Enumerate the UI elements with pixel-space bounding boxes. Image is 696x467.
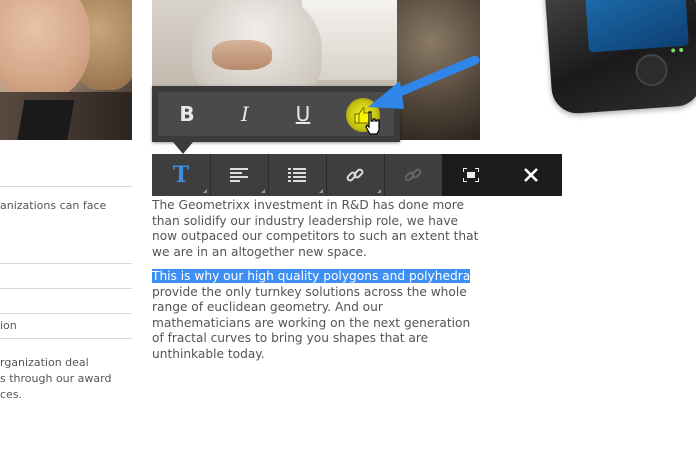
paragraph-line: unthinkable today.: [152, 346, 265, 361]
list-icon: [288, 168, 306, 182]
fullscreen-icon: [463, 168, 479, 182]
divider: [0, 338, 132, 339]
text-format-icon: T: [172, 162, 190, 188]
align-left-icon: [230, 168, 248, 182]
body-paragraph[interactable]: This is why our high quality polygons an…: [152, 269, 482, 363]
divider: [0, 288, 132, 289]
paragraph-line: The Geometrixx investment in R&D has don…: [152, 198, 464, 212]
portrait-image: [0, 0, 132, 140]
left-text-line: s through our award: [0, 372, 112, 385]
list-button[interactable]: [268, 154, 327, 196]
divider: [0, 186, 132, 187]
paragraph-line: mathematicians are working on the next g…: [152, 315, 471, 330]
bold-button[interactable]: B: [158, 92, 216, 136]
paragraph-line: range of euclidean geometry. And our: [152, 300, 383, 315]
paragraph-line: provide the only turnkey solutions acros…: [152, 284, 467, 299]
left-text-line: rganization deal: [0, 356, 89, 369]
text-format-button[interactable]: T: [152, 154, 211, 196]
italic-button[interactable]: I: [216, 92, 274, 136]
left-text-line: ion: [0, 319, 17, 332]
paragraph-line: now outpaced our competitors to such an …: [152, 229, 479, 244]
divider: [0, 313, 132, 314]
paragraph-line: than solidify our industry leadership ro…: [152, 213, 459, 228]
paragraph-line: of fractal curves to bring you shapes th…: [152, 331, 429, 346]
phone-image: [542, 0, 696, 116]
fullscreen-button[interactable]: [442, 154, 501, 196]
callout-arrow-icon: [368, 55, 480, 109]
close-button[interactable]: [500, 154, 562, 196]
divider: [0, 263, 132, 264]
selected-text[interactable]: This is why our high quality polygons an…: [152, 269, 471, 283]
left-text-line: anizations can face: [0, 199, 107, 212]
left-text-line: ces.: [0, 388, 23, 401]
popup-pointer: [173, 142, 193, 154]
close-icon: [524, 168, 538, 182]
paragraph-line: we are in an altogether new space.: [152, 244, 367, 259]
unlink-button[interactable]: [384, 154, 443, 196]
body-paragraph[interactable]: The Geometrixx investment in R&D has don…: [152, 198, 482, 260]
underline-button[interactable]: U: [274, 92, 332, 136]
unlink-icon: [404, 168, 422, 182]
justify-button[interactable]: [210, 154, 269, 196]
link-icon: [346, 168, 364, 182]
rich-text-toolbar: T: [152, 154, 562, 196]
link-button[interactable]: [326, 154, 385, 196]
